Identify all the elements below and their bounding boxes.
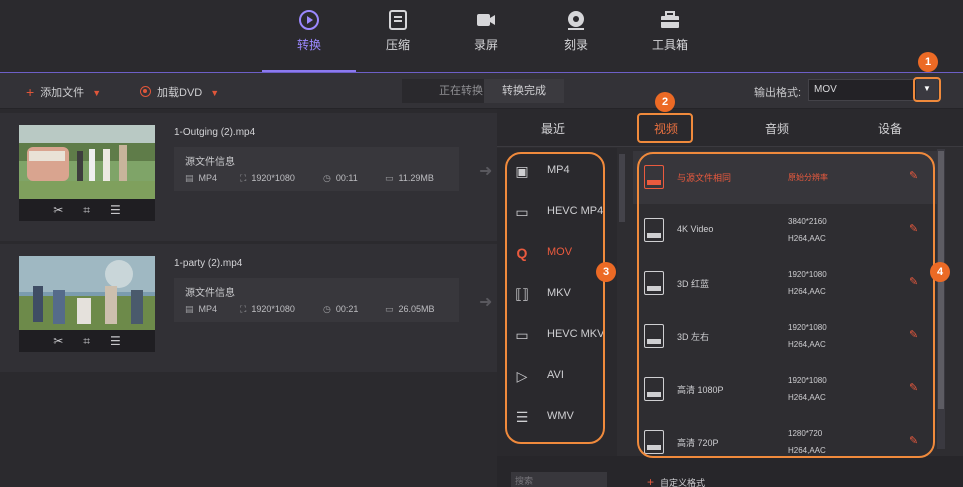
tab-converted[interactable]: 转换完成 [484, 79, 564, 103]
nav-convert[interactable]: 转换 [279, 8, 339, 53]
add-file-label: 添加文件 [40, 87, 85, 99]
marker-2: 2 [655, 92, 675, 112]
add-custom-format-button[interactable]: + 自定义格式 [647, 475, 705, 487]
file-resolution-value: 1920*1080 [251, 173, 295, 183]
tab-audio[interactable]: 音频 [765, 120, 789, 137]
file-info-title: 源文件信息 [185, 157, 235, 168]
file-size-value: 26.05MB [398, 304, 435, 314]
file-size: ▭ 26.05MB [385, 304, 435, 315]
adjust-icon[interactable]: ☰ [110, 203, 121, 217]
highlight-ellipse-3 [505, 152, 605, 444]
file-resolution-value: 1920*1080 [251, 304, 295, 314]
file-duration: ◷ 00:21 [323, 304, 358, 315]
file-format: ▤ MP4 [185, 304, 217, 315]
thumbnail-tools: ✂ ⌗ ☰ [19, 330, 155, 352]
thumbnail-tools: ✂ ⌗ ☰ [19, 199, 155, 221]
convert-icon [279, 8, 339, 32]
file-duration-value: 00:11 [335, 173, 358, 183]
crop-icon[interactable]: ⌗ [83, 203, 90, 218]
crop-icon[interactable]: ⌗ [83, 334, 90, 349]
scissors-icon[interactable]: ✂ [53, 203, 63, 217]
preset-scrollbar[interactable] [937, 149, 945, 449]
compress-icon [368, 8, 428, 32]
top-nav: 转换 压缩 录屏 刻录 工具箱 [0, 0, 963, 73]
resize-icon: ⛶ [240, 304, 247, 314]
record-screen-icon [456, 8, 516, 32]
nav-compress[interactable]: 压缩 [368, 8, 428, 53]
file-info: 源文件信息 ▤ MP4 ⛶ 1920*1080 ◷ 00:11 ▭ 11.29MB [174, 147, 459, 191]
format-tabs: 最近 视频 音频 设备 [497, 109, 963, 147]
nav-label: 转换 [296, 38, 321, 52]
file-duration-value: 00:21 [335, 304, 359, 314]
nav-toolbox[interactable]: 工具箱 [640, 8, 700, 53]
load-dvd-button[interactable]: 加载DVD ▼ [140, 84, 219, 100]
file-row[interactable]: ✂ ⌗ ☰ 1-Outging (2).mp4 源文件信息 ▤ MP4 ⛶ 1920… [0, 113, 497, 241]
nav-burn[interactable]: 刻录 [546, 8, 606, 53]
nav-label: 录屏 [473, 38, 498, 52]
arrow-right-icon: ➜ [479, 163, 493, 180]
file-row[interactable]: ✂ ⌗ ☰ 1-party (2).mp4 源文件信息 ▤ MP4 ⛶ 1920*1… [0, 244, 497, 372]
file-duration: ◷ 00:11 [323, 173, 358, 184]
dvd-icon [140, 86, 151, 97]
nav-record[interactable]: 录屏 [456, 8, 516, 53]
highlight-box-1 [913, 77, 941, 102]
custom-format-label: 自定义格式 [660, 478, 706, 487]
nav-label: 工具箱 [651, 38, 688, 52]
chevron-down-icon[interactable]: ▼ [210, 88, 219, 98]
marker-1: 1 [918, 52, 938, 72]
file-format-value: MP4 [198, 304, 218, 314]
marker-4: 4 [930, 262, 950, 282]
format-search-input[interactable]: 搜索 [511, 472, 607, 487]
clock-icon: ◷ [323, 173, 331, 183]
file-resolution: ⛶ 1920*1080 [240, 304, 295, 315]
scissors-icon[interactable]: ✂ [53, 334, 63, 348]
chevron-down-icon[interactable]: ▼ [92, 88, 101, 98]
nav-label: 刻录 [563, 38, 588, 52]
file-format-value: MP4 [198, 173, 218, 183]
folder-icon: ▭ [385, 304, 394, 314]
highlight-ellipse-4 [637, 152, 935, 458]
plus-icon: + [647, 475, 655, 487]
toolbar: + 添加文件 ▼ 加载DVD ▼ 正在转换 转换完成 输出格式: MOV ▼ [0, 73, 963, 109]
load-dvd-label: 加载DVD [157, 87, 203, 99]
add-file-button[interactable]: + 添加文件 ▼ [26, 84, 101, 100]
adjust-icon[interactable]: ☰ [110, 334, 121, 348]
nav-label: 压缩 [385, 38, 410, 52]
tab-device[interactable]: 设备 [878, 120, 902, 137]
output-format-label: 输出格式: [754, 87, 802, 99]
arrow-right-icon: ➜ [479, 294, 493, 311]
marker-3: 3 [596, 262, 616, 282]
panel-footer: 搜索 + 自定义格式 [497, 456, 963, 487]
toolbox-icon [640, 8, 700, 32]
file-size-value: 11.29MB [398, 173, 434, 183]
file-resolution: ⛶ 1920*1080 [240, 173, 295, 184]
folder-icon: ▭ [385, 173, 394, 183]
category-scrollbar[interactable] [619, 154, 625, 222]
file-name: 1-party (2).mp4 [174, 258, 243, 269]
video-thumbnail[interactable] [19, 125, 155, 199]
file-list: ✂ ⌗ ☰ 1-Outging (2).mp4 源文件信息 ▤ MP4 ⛶ 1920… [0, 110, 497, 487]
resize-icon: ⛶ [240, 173, 247, 183]
file-info: 源文件信息 ▤ MP4 ⛶ 1920*1080 ◷ 00:21 ▭ 26.05MB [174, 278, 459, 322]
tab-recent[interactable]: 最近 [541, 120, 565, 137]
video-thumbnail[interactable] [19, 256, 155, 330]
plus-icon: + [26, 84, 35, 100]
file-size: ▭ 11.29MB [385, 173, 434, 184]
clock-icon: ◷ [323, 304, 331, 314]
file-info-title: 源文件信息 [185, 288, 235, 299]
highlight-box-2 [637, 113, 693, 143]
file-format: ▤ MP4 [185, 173, 217, 184]
file-name: 1-Outging (2).mp4 [174, 127, 256, 138]
film-icon: ▤ [185, 173, 194, 183]
film-icon: ▤ [185, 304, 194, 314]
burn-disc-icon [546, 8, 606, 32]
